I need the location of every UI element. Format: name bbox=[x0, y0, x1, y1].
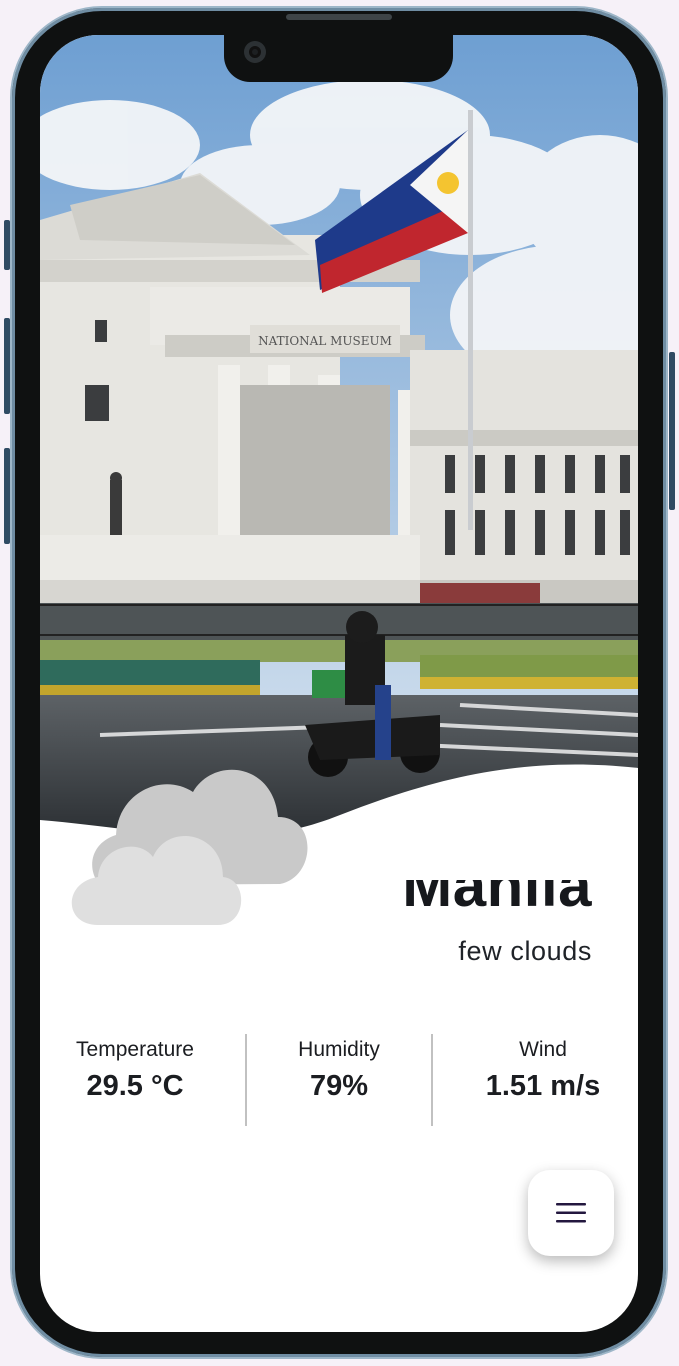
side-button bbox=[4, 318, 10, 414]
weather-stats: Temperature 29.5 °C Humidity 79% Wind 1.… bbox=[40, 1034, 638, 1126]
temperature-label: Temperature bbox=[76, 1038, 194, 1061]
stat-divider bbox=[431, 1034, 433, 1126]
speaker-grille bbox=[286, 14, 392, 20]
city-hero-image: NATIONAL MUSEUM bbox=[40, 35, 638, 835]
stat-humidity: Humidity 79% bbox=[272, 1034, 406, 1126]
camera-icon bbox=[244, 41, 266, 63]
display-notch bbox=[224, 35, 453, 82]
weather-description: few clouds bbox=[458, 936, 592, 966]
menu-icon bbox=[556, 1203, 586, 1223]
stat-temperature: Temperature 29.5 °C bbox=[66, 1034, 204, 1126]
stat-divider bbox=[245, 1034, 247, 1126]
app-screen: NATIONAL MUSEUM Manila few clouds Temper… bbox=[40, 35, 638, 1332]
wind-value: 1.51 m/s bbox=[485, 1070, 601, 1102]
side-button bbox=[669, 352, 675, 510]
humidity-value: 79% bbox=[309, 1070, 369, 1102]
humidity-label: Humidity bbox=[298, 1038, 380, 1061]
cloud-icon bbox=[68, 737, 308, 937]
stat-wind: Wind 1.51 m/s bbox=[470, 1034, 616, 1126]
side-button bbox=[4, 448, 10, 544]
temperature-value: 29.5 °C bbox=[86, 1070, 184, 1102]
museum-sign-text: NATIONAL MUSEUM bbox=[258, 334, 392, 348]
side-button bbox=[4, 220, 10, 270]
wind-label: Wind bbox=[519, 1038, 567, 1061]
menu-button[interactable] bbox=[528, 1170, 614, 1256]
